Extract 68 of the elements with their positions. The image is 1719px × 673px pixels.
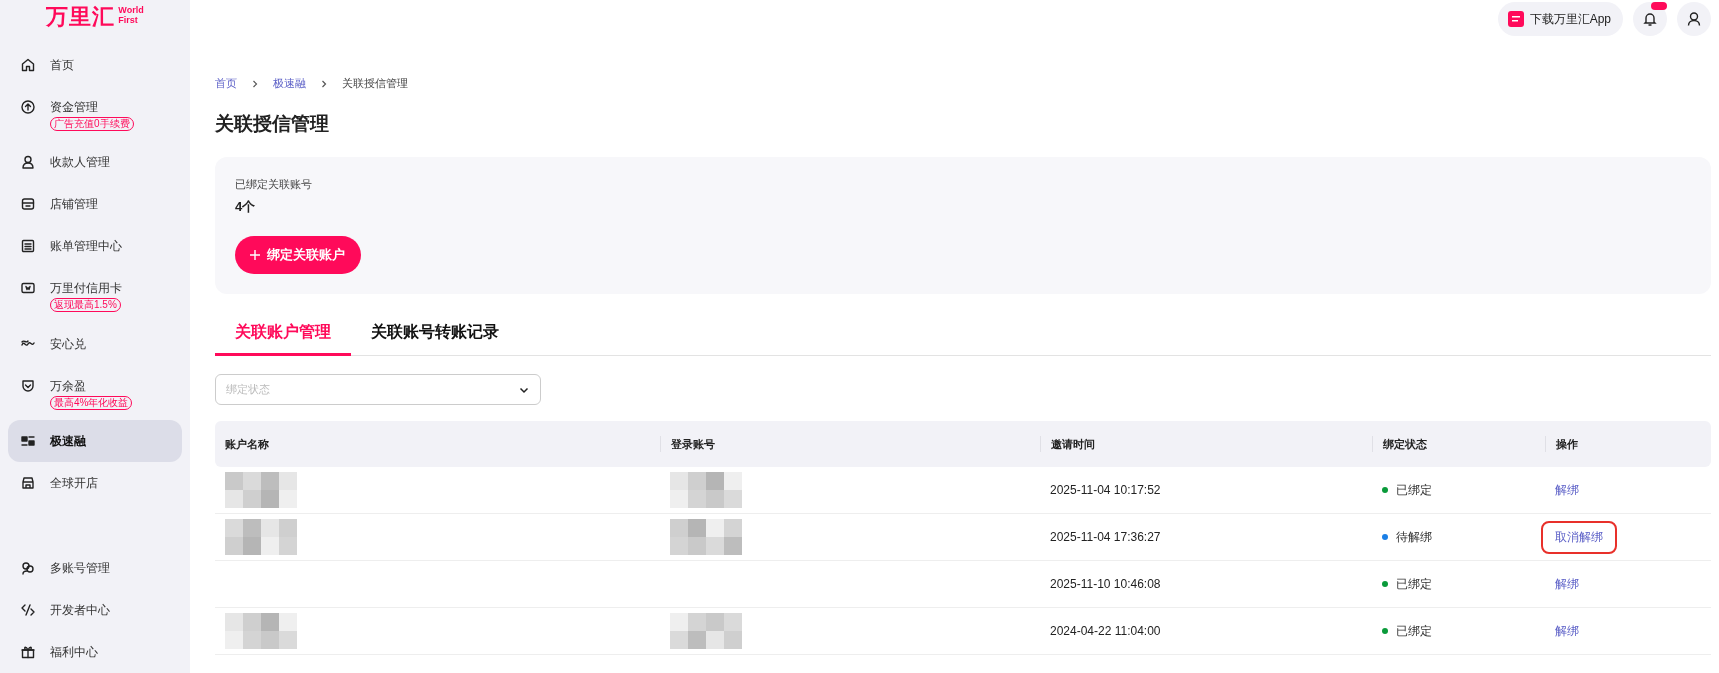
chevron-icon — [320, 79, 328, 88]
table-cell: 2025-11-10 10:46:08 — [1050, 577, 1161, 591]
notification-button[interactable] — [1633, 2, 1667, 36]
table-cell: 2024-04-22 11:04:00 — [1050, 624, 1161, 638]
sidebar-item[interactable]: 开发者中心 — [8, 589, 182, 631]
table-cell: 2025-11-04 17:36:27 — [1050, 530, 1161, 544]
nav-icon — [20, 433, 36, 449]
nav-icon — [20, 99, 36, 116]
pixelated-text — [225, 519, 297, 555]
column-header: 绑定状态 — [1372, 436, 1545, 452]
action-link[interactable]: 解绑 — [1541, 614, 1593, 648]
breadcrumb-current: 关联授信管理 — [342, 76, 408, 91]
tab[interactable]: 关联账户管理 — [215, 314, 351, 356]
sidebar-item[interactable]: 首页 — [8, 44, 182, 87]
sidebar-item[interactable]: 店铺管理 — [8, 183, 182, 226]
sidebar-item[interactable]: 收款人管理 — [8, 141, 182, 184]
app-icon — [1507, 11, 1524, 27]
action-link[interactable]: 取消解绑 — [1541, 520, 1617, 554]
status-text: 已绑定 — [1396, 481, 1432, 499]
sidebar-item[interactable]: 全球开店 — [8, 462, 182, 504]
user-icon — [1686, 11, 1702, 27]
nav-icon — [20, 377, 36, 394]
breadcrumb-link[interactable]: 首页 — [215, 76, 237, 91]
action-link[interactable]: 解绑 — [1541, 473, 1593, 507]
bell-icon — [1642, 11, 1658, 27]
action-link[interactable]: 解绑 — [1541, 567, 1593, 601]
pixelated-text — [670, 613, 742, 649]
sidebar-item[interactable]: 安心兑 — [8, 322, 182, 365]
column-header: 操作 — [1545, 436, 1711, 452]
pixelated-text — [225, 472, 297, 508]
pixelated-text — [225, 613, 297, 649]
breadcrumb-link[interactable]: 极速融 — [273, 76, 306, 91]
nav-icon — [20, 602, 36, 618]
download-app-button[interactable]: 下载万里汇App — [1497, 2, 1623, 36]
sidebar-item[interactable]: 资金管理 广告充值0手续费 — [8, 86, 182, 142]
column-header: 账户名称 — [224, 437, 270, 452]
summary-label: 已绑定关联账号 — [235, 177, 312, 192]
nav-icon — [20, 560, 36, 576]
status-text: 待解绑 — [1396, 528, 1432, 546]
nav-icon — [20, 644, 36, 660]
plus-icon — [249, 249, 261, 261]
table-cell: 2025-11-04 10:17:52 — [1050, 483, 1161, 497]
status-text: 已绑定 — [1396, 622, 1432, 640]
sidebar-item[interactable]: 账单管理中心 — [8, 225, 182, 268]
nav-icon — [20, 196, 36, 213]
page-title: 关联授信管理 — [215, 112, 330, 136]
nav-icon — [20, 475, 36, 491]
sidebar-item[interactable]: 万余盈 最高4%年化收益 — [8, 364, 182, 420]
column-header: 邀请时间 — [1040, 436, 1372, 452]
logo-text: 万里汇 — [46, 3, 116, 31]
logo-text: World — [118, 5, 144, 15]
pixelated-text — [670, 519, 742, 555]
nav-icon — [20, 154, 36, 171]
user-button[interactable] — [1677, 2, 1711, 36]
pixelated-text — [670, 472, 742, 508]
nav-icon — [20, 57, 36, 74]
status-text: 已绑定 — [1396, 575, 1432, 593]
sidebar-item[interactable]: 万里付信用卡 返现最高1.5% — [8, 267, 182, 323]
sidebar-item[interactable]: 极速融 — [8, 420, 182, 462]
bind-account-button[interactable]: 绑定关联账户 — [235, 236, 361, 274]
logo-text: First — [118, 15, 139, 25]
tab[interactable]: 关联账号转账记录 — [351, 314, 519, 356]
column-header: 登录账号 — [660, 436, 1040, 452]
sidebar-item[interactable]: 多账号管理 — [8, 547, 182, 589]
chevron-icon — [251, 79, 259, 88]
summary-value: 4个 — [235, 198, 256, 216]
sidebar-item[interactable]: 福利中心 — [8, 631, 182, 673]
nav-icon — [20, 238, 36, 255]
